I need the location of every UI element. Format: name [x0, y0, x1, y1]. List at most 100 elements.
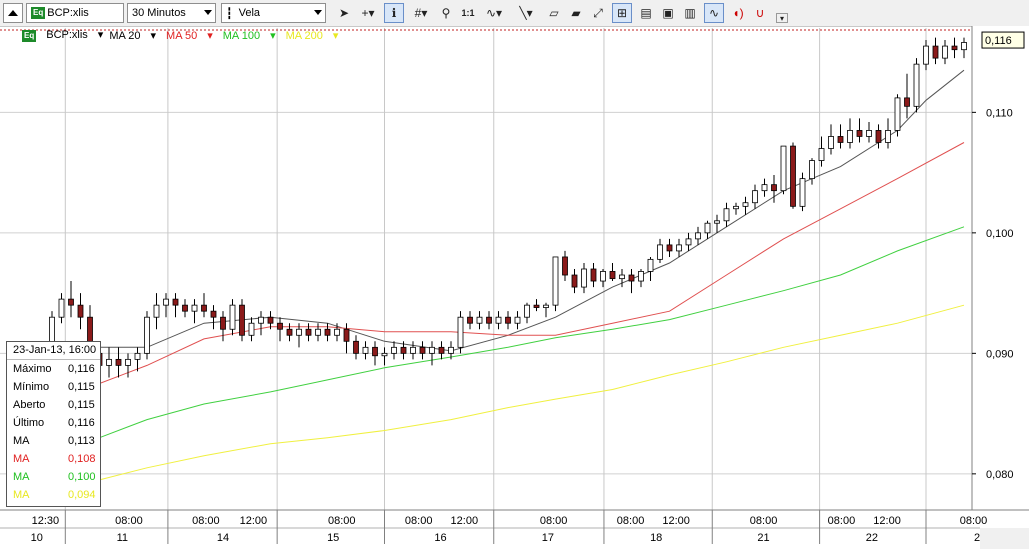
candle-body	[609, 271, 616, 280]
time-tick-label: 12:00	[873, 515, 901, 527]
time-tick-label: 08:00	[617, 515, 645, 527]
candle-body	[495, 316, 502, 324]
candle-body	[457, 316, 464, 348]
data-window-row: Último 0,116	[7, 414, 100, 432]
candle-body	[543, 304, 549, 308]
day-tick-label: 22	[866, 532, 878, 544]
day-tick-label: 10	[31, 532, 43, 544]
time-tick-label: 08:00	[828, 515, 856, 527]
candle-body	[695, 232, 701, 240]
candle-body	[267, 316, 274, 324]
candle-body	[505, 316, 511, 324]
candle-body	[125, 358, 131, 366]
day-tick-label: 16	[434, 532, 446, 544]
data-window-value: 0,115	[68, 381, 95, 393]
data-window-row: MA 0,113	[7, 432, 100, 450]
day-tick-label: 15	[327, 532, 339, 544]
equity-badge: Eq	[22, 30, 37, 42]
time-tick-label: 08:00	[540, 515, 568, 527]
candle-body	[182, 304, 188, 312]
data-window-label: Máximo	[13, 363, 52, 375]
candle-body	[258, 316, 264, 324]
time-tick-label: 08:00	[960, 515, 988, 527]
candle-body	[315, 328, 321, 336]
time-tick-label: 08:00	[192, 515, 220, 527]
candle-body	[153, 304, 160, 318]
candle-body	[476, 316, 483, 324]
price-tick-label: 0,100	[986, 228, 1014, 240]
candle-body	[913, 63, 920, 107]
candle-body	[381, 352, 388, 357]
candle-body	[353, 340, 359, 354]
candle-body	[951, 45, 958, 51]
data-window-value: 0,108	[68, 453, 96, 465]
day-tick-label: 17	[542, 532, 554, 544]
candle-body	[552, 256, 559, 306]
candle-body	[334, 328, 340, 336]
candle-body	[647, 258, 654, 272]
candle-body	[239, 304, 245, 336]
candle-body	[106, 358, 112, 366]
time-tick-label: 12:00	[240, 515, 268, 527]
data-window-row: MA 0,100	[7, 468, 100, 486]
candle-body	[533, 304, 540, 308]
candle-body	[761, 184, 768, 192]
candle-body	[201, 304, 207, 312]
axis-corner	[980, 528, 1029, 549]
candle-body	[514, 316, 521, 324]
candle-body	[885, 130, 891, 143]
candle-body	[115, 358, 122, 366]
time-tick-label: 08:00	[328, 515, 356, 527]
data-window-row: Aberto 0,115	[7, 396, 100, 414]
gridlines	[0, 28, 972, 510]
legend-ma-200[interactable]: MA 200 ▾	[286, 29, 339, 42]
candle-body	[343, 328, 350, 342]
candle-body	[229, 304, 236, 330]
data-window-header: 23-Jan-13, 16:00	[7, 342, 100, 360]
candle-body	[324, 328, 331, 336]
candle-body	[619, 274, 625, 280]
data-window-value: 0,116	[68, 363, 95, 375]
data-window-label: MA	[13, 453, 30, 465]
candle-body	[600, 271, 606, 282]
candle-body	[780, 145, 787, 192]
time-tick-label: 08:00	[115, 515, 143, 527]
legend-symbol[interactable]: Eq BCP:xlis ▾	[22, 28, 103, 42]
candle-body	[372, 346, 378, 357]
data-window-row: MA 0,108	[7, 450, 100, 468]
candle-body	[685, 238, 692, 246]
candle-body	[790, 145, 796, 207]
data-window-label: MA	[13, 489, 30, 501]
data-window: 23-Jan-13, 16:00 Máximo 0,116 Mínimo 0,115 A…	[6, 341, 101, 507]
data-window-label: Último	[13, 417, 45, 429]
candle-body	[419, 346, 426, 354]
candle-body	[362, 346, 369, 354]
data-window-value: 0,100	[68, 471, 96, 483]
candle-body	[590, 268, 597, 282]
candle-body	[524, 304, 530, 318]
legend-ma-100[interactable]: MA 100 ▾	[223, 29, 276, 42]
candle-body	[809, 160, 815, 180]
legend-ma-50[interactable]: MA 50 ▾	[166, 29, 213, 42]
time-tick-label: 08:00	[750, 515, 778, 527]
candle-body	[467, 316, 473, 324]
legend-ma-20[interactable]: MA 20 ▾	[109, 29, 156, 42]
price-axis-panel	[972, 26, 1029, 510]
candle-body	[856, 130, 863, 137]
candle-body	[742, 202, 749, 207]
candle-body	[894, 97, 901, 131]
data-window-row: Mínimo 0,115	[7, 378, 100, 396]
data-window-label: Mínimo	[13, 381, 50, 393]
data-window-row: Máximo 0,116	[7, 360, 100, 378]
candle-body	[410, 346, 416, 354]
candle-body	[837, 136, 844, 143]
candle-body	[448, 346, 454, 354]
candle-body	[210, 310, 217, 318]
price-tick-label: 0,090	[986, 348, 1014, 360]
axes: 0,110 0,100 0,090 0,080 0,116 12:30 08:00 08:00…	[0, 26, 1029, 549]
data-window-value: 0,116	[68, 417, 95, 429]
candle-body	[932, 45, 939, 59]
candle-body	[799, 178, 806, 207]
data-window-value: 0,113	[68, 435, 95, 447]
price-chart[interactable]: 0,110 0,100 0,090 0,080 0,116 12:30 08:00 08:00…	[0, 0, 1029, 549]
